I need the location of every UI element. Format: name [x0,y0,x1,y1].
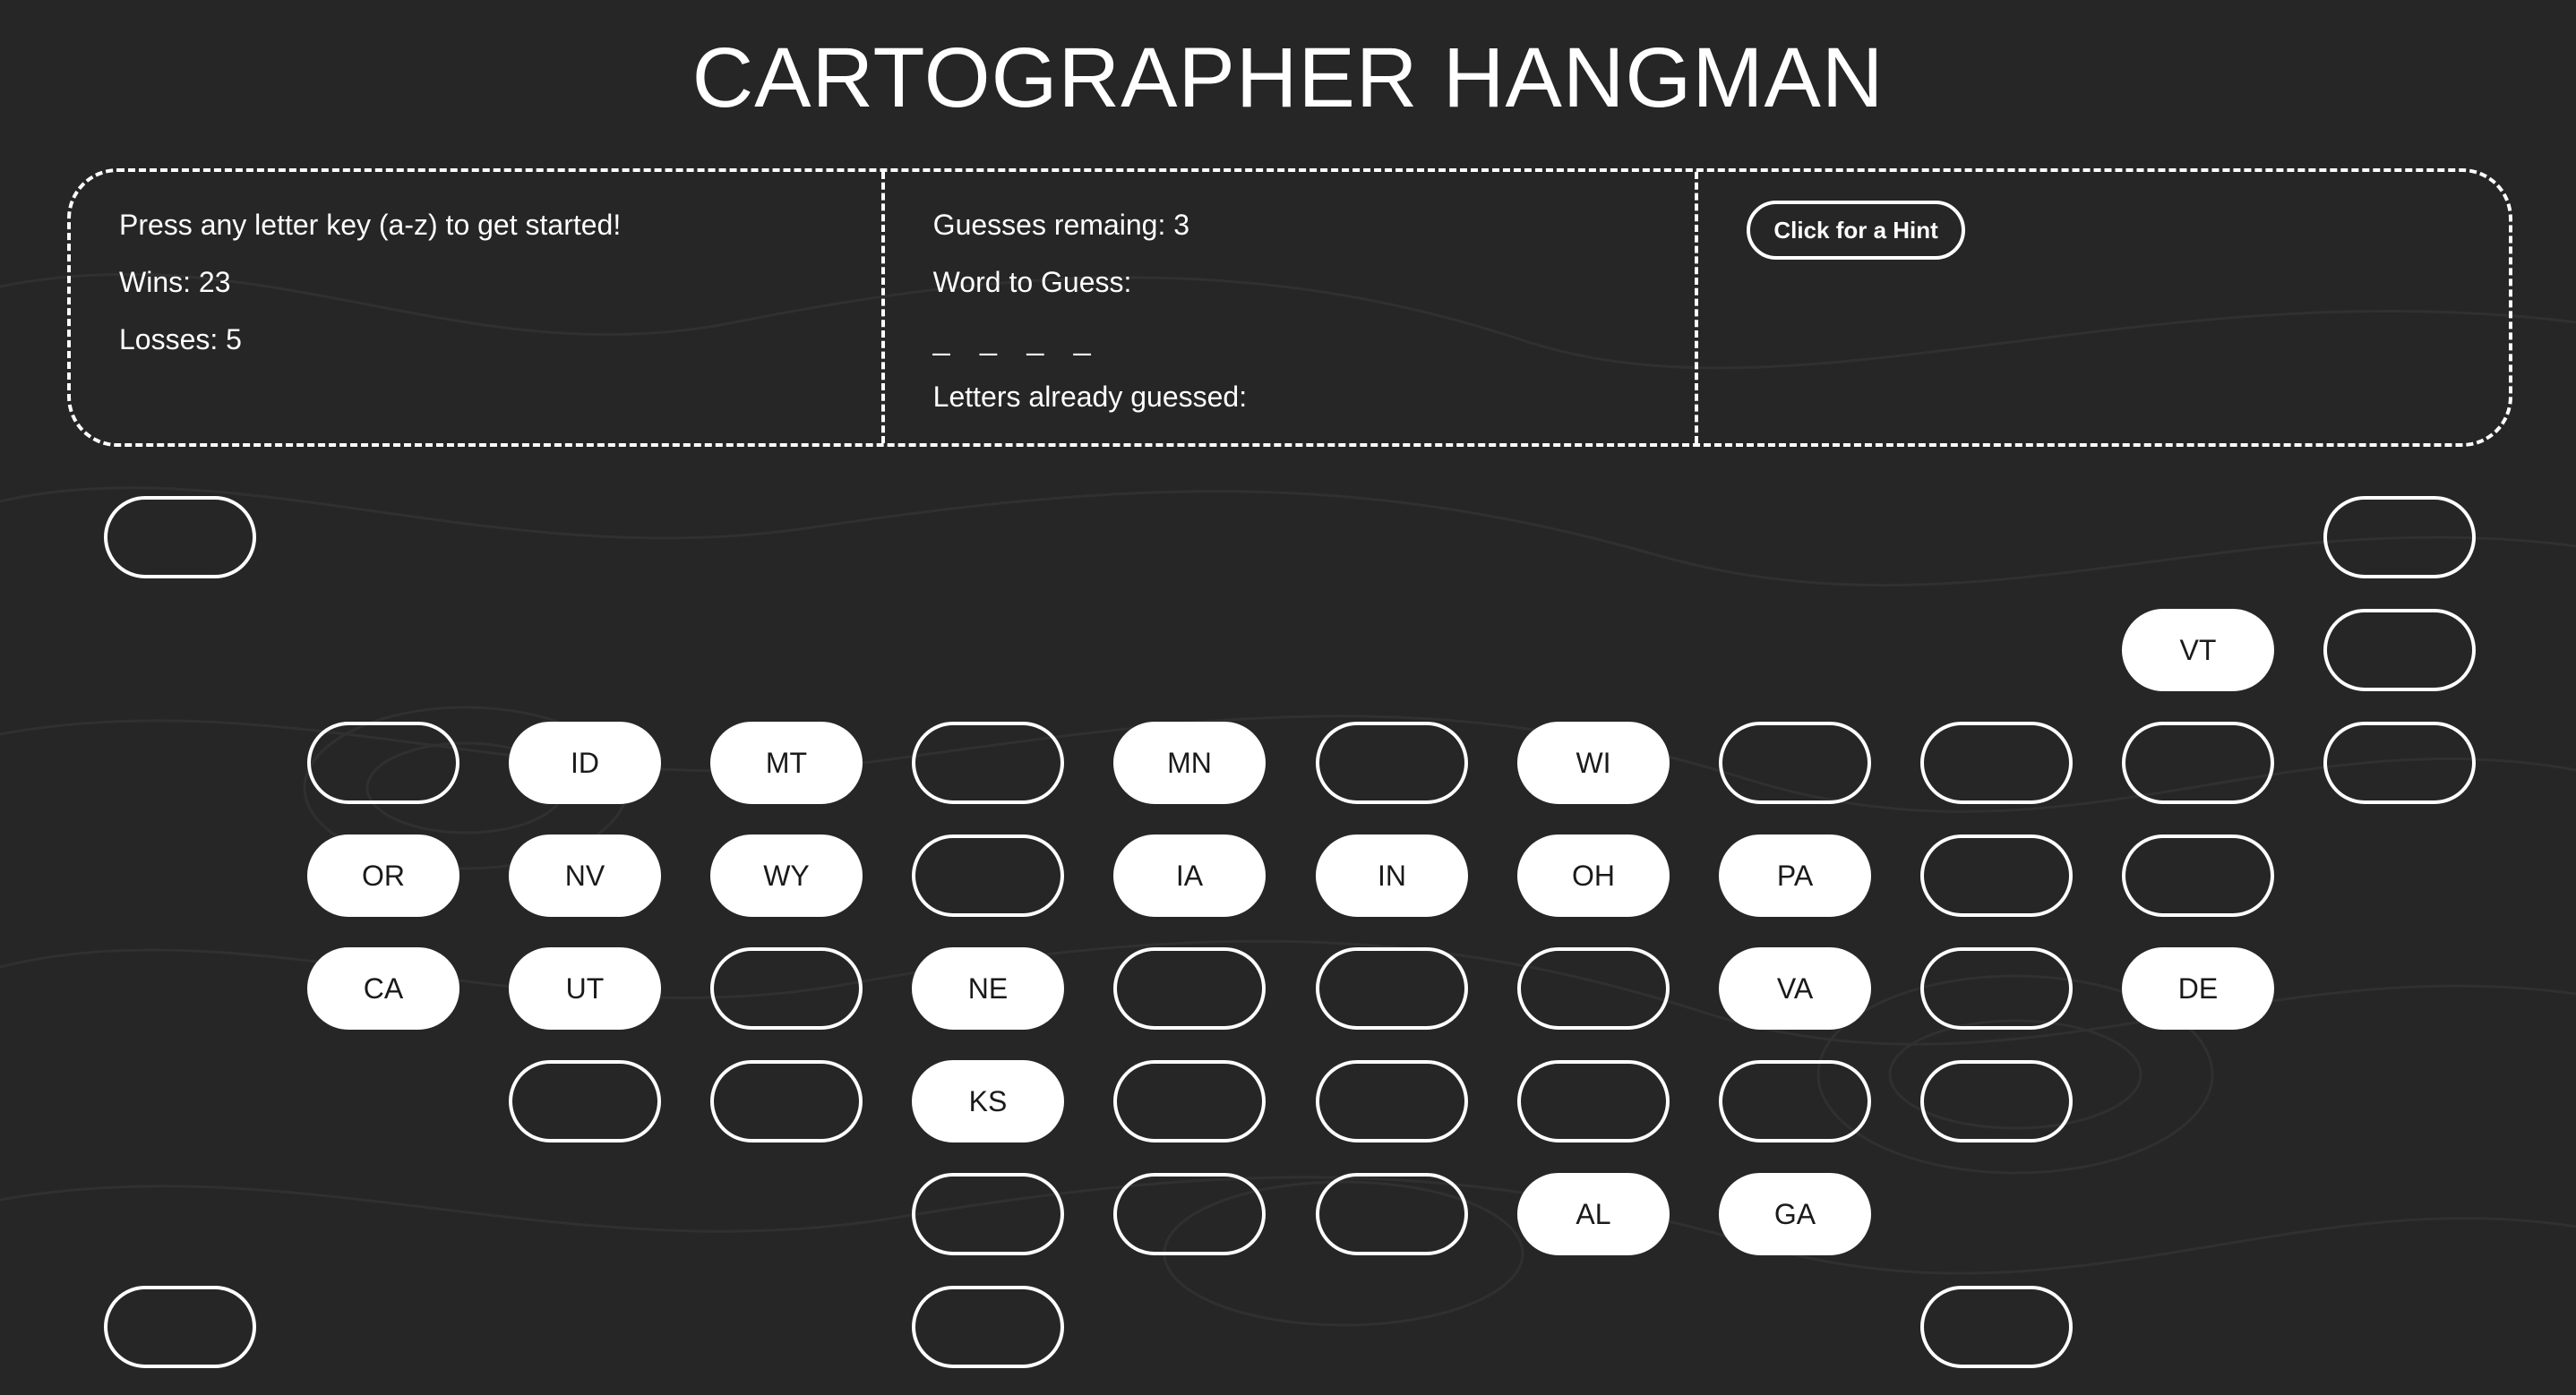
state-label-ut: UT [565,971,605,1005]
state-tile-mn[interactable]: MN [1113,722,1266,804]
state-tile-ks[interactable]: KS [912,1060,1064,1143]
state-label-ia: IA [1175,859,1204,892]
state-tile-ky[interactable] [1316,947,1468,1030]
state-tile-wa[interactable] [307,722,459,804]
state-tile-ia[interactable]: IA [1113,834,1266,917]
state-label-ga: GA [1773,1197,1816,1230]
state-tile-az[interactable] [509,1060,661,1143]
state-tile-dc[interactable] [1920,1060,2073,1143]
state-label-in: IN [1378,859,1406,892]
state-tile-de[interactable]: DE [2122,947,2274,1030]
state-label-pa: PA [1776,859,1814,892]
state-label-de: DE [2177,971,2219,1005]
state-tile-nd[interactable] [912,722,1064,804]
state-label-va: VA [1776,971,1814,1005]
state-tile-ny[interactable] [1920,722,2073,804]
state-tile-nh[interactable] [2323,609,2476,691]
state-tile-ak[interactable] [104,496,256,578]
state-tile-id[interactable]: ID [509,722,661,804]
state-tile-ok[interactable] [912,1173,1064,1255]
state-tile-ca[interactable]: CA [307,947,459,1030]
state-tile-al[interactable]: AL [1517,1173,1670,1255]
state-tile-vt[interactable]: VT [2122,609,2274,691]
state-tile-ms[interactable] [1316,1173,1468,1255]
state-tile-ri[interactable] [2122,722,2274,804]
state-tile-md[interactable] [1920,947,2073,1030]
state-tile-wv[interactable] [1517,947,1670,1030]
state-tile-va[interactable]: VA [1719,947,1871,1030]
state-tile-sc[interactable] [1719,1060,1871,1143]
state-label-oh: OH [1572,859,1615,892]
state-tile-wi[interactable]: WI [1517,722,1670,804]
state-tile-ut[interactable]: UT [509,947,661,1030]
state-tile-or[interactable]: OR [307,834,459,917]
state-tile-la[interactable] [1113,1173,1266,1255]
state-tile-me[interactable] [2323,496,2476,578]
state-label-nv: NV [564,859,605,892]
state-tile-mi[interactable] [1719,722,1871,804]
state-label-ca: CA [363,971,404,1005]
state-tile-co[interactable] [710,947,863,1030]
state-tile-pa[interactable]: PA [1719,834,1871,917]
state-tile-tx[interactable] [912,1286,1064,1368]
state-tile-nm[interactable] [710,1060,863,1143]
state-tile-mt[interactable]: MT [710,722,863,804]
state-tile-mo[interactable] [1113,947,1266,1030]
state-label-vt: VT [2179,633,2217,666]
state-tile-fl[interactable] [1920,1286,2073,1368]
state-map: VT ID MT MN WI OR NV WY IA IN OH PA CA U… [0,0,2576,1395]
state-tile-il[interactable] [1316,722,1468,804]
state-tile-wy[interactable]: WY [710,834,863,917]
state-tile-hi[interactable] [104,1286,256,1368]
state-tile-ga[interactable]: GA [1719,1173,1871,1255]
state-label-id: ID [571,746,599,779]
state-label-ks: KS [968,1084,1008,1117]
state-tile-ma[interactable] [2323,722,2476,804]
state-tile-ct[interactable] [2122,834,2274,917]
state-tile-ne[interactable]: NE [912,947,1064,1030]
state-label-ne: NE [967,971,1009,1005]
state-tile-nv[interactable]: NV [509,834,661,917]
state-tile-in[interactable]: IN [1316,834,1468,917]
state-label-wy: WY [763,859,810,892]
state-label-al: AL [1576,1197,1611,1230]
state-tile-ar[interactable] [1113,1060,1266,1143]
state-tile-nj[interactable] [1920,834,2073,917]
state-tile-oh[interactable]: OH [1517,834,1670,917]
state-tile-sd[interactable] [912,834,1064,917]
state-tile-tn[interactable] [1316,1060,1468,1143]
state-tile-nc[interactable] [1517,1060,1670,1143]
state-label-wi: WI [1576,746,1611,779]
state-label-mt: MT [765,746,808,779]
state-label-mn: MN [1167,746,1212,779]
state-label-or: OR [362,859,405,892]
